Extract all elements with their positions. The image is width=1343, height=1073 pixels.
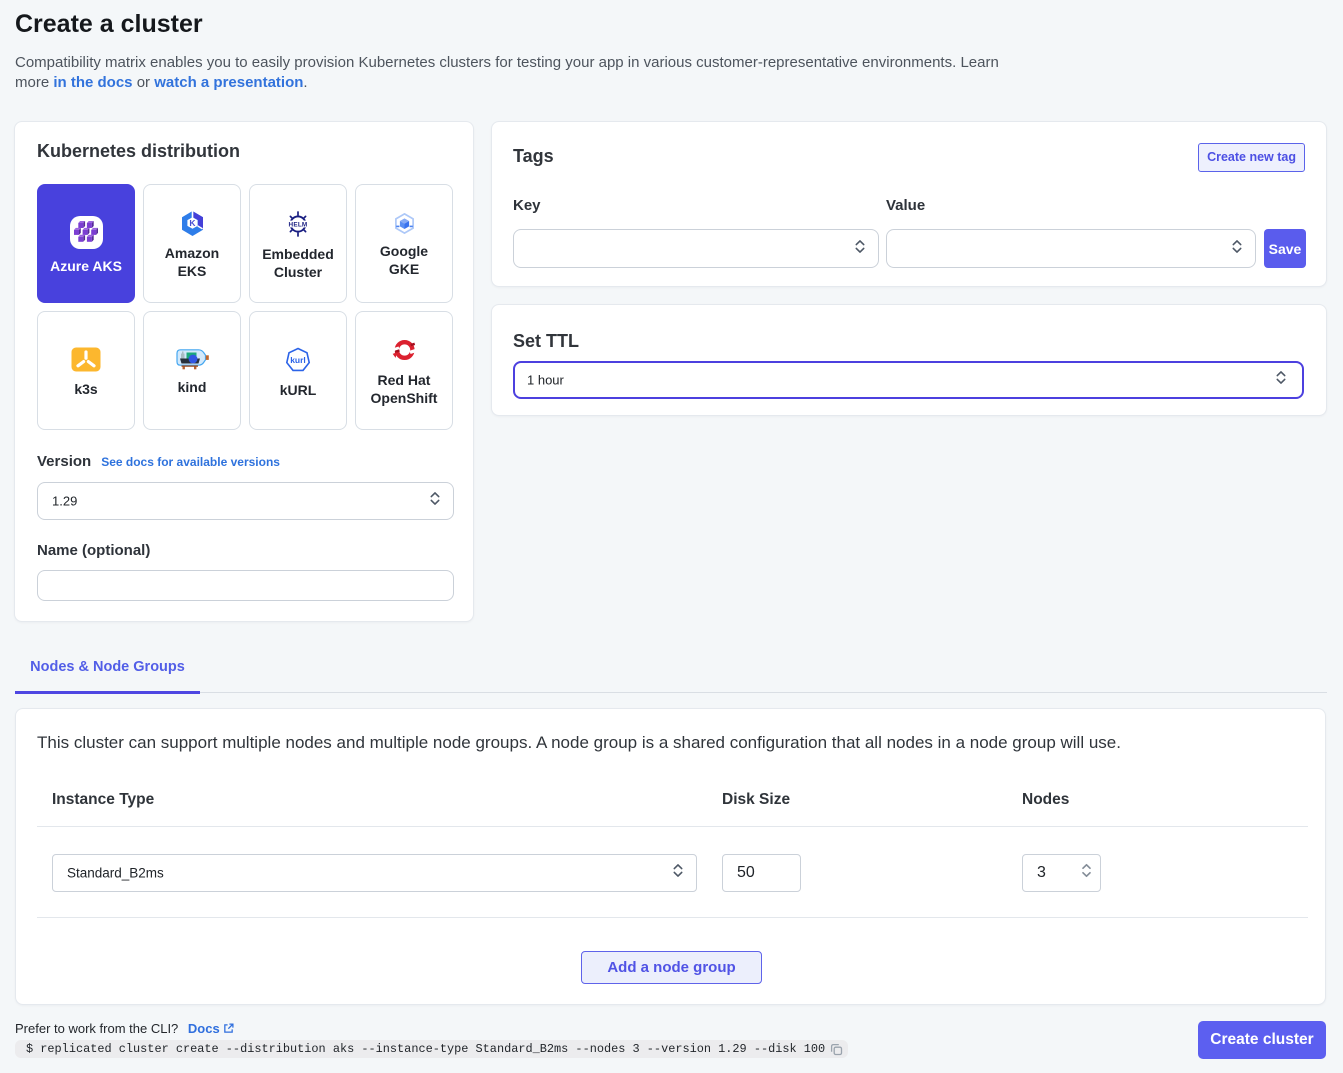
svg-text:K: K xyxy=(189,218,196,228)
svg-text:HELM: HELM xyxy=(289,221,308,228)
svg-text:kurl: kurl xyxy=(290,355,306,365)
